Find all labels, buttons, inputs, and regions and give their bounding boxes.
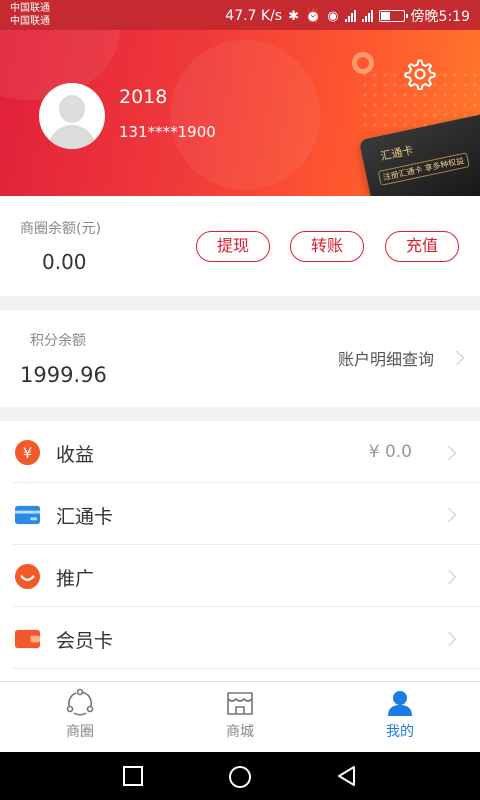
decor-ring (352, 52, 374, 74)
menu-item-label: 收益 (56, 444, 95, 466)
chevron-right-icon (449, 350, 465, 366)
account-details-link[interactable]: 账户明细查询 (337, 346, 465, 370)
balance-section: 商圈余额(元) 0.00 提现 转账 充值 (0, 196, 480, 296)
recharge-button[interactable]: 充值 (385, 231, 459, 262)
back-icon[interactable] (336, 765, 358, 787)
status-indicators: 47.7 K/s ✱ ⏰ ◉ 傍晚5:19 (225, 6, 470, 26)
svg-text:¥: ¥ (23, 446, 32, 462)
card-icon (14, 505, 41, 525)
carrier-1: 中国联通 (10, 3, 50, 14)
menu-list: ¥ 收益 ¥ 0.0 汇通卡 推广 会员卡 (0, 421, 480, 681)
tab-mall[interactable]: 商城 (160, 682, 320, 752)
points-label: 积分余额 (30, 333, 86, 349)
decor-blob (170, 40, 320, 190)
menu-item-earnings[interactable]: ¥ 收益 ¥ 0.0 (0, 421, 480, 483)
menu-item-label: 汇通卡 (56, 506, 114, 528)
carrier-2: 中国联通 (10, 16, 50, 27)
network-speed: 47.7 K/s (225, 8, 283, 24)
avatar-body (48, 125, 96, 149)
chevron-right-icon (441, 569, 457, 585)
system-nav-bar (0, 752, 480, 800)
battery-icon (378, 10, 408, 22)
earnings-value: ¥ 0.0 (368, 442, 412, 462)
wallet-icon (14, 629, 41, 649)
tab-label: 商城 (226, 724, 254, 740)
card-title: 汇通卡 (379, 143, 415, 164)
account-details-label: 账户明细查询 (337, 350, 434, 369)
chevron-right-icon (441, 445, 457, 461)
tab-business-circle[interactable]: 商圈 (0, 682, 160, 752)
balance-label: 商圈余额(元) (20, 221, 101, 237)
points-value: 1999.96 (20, 363, 107, 387)
divider (12, 668, 480, 669)
recent-apps-icon[interactable] (122, 765, 144, 787)
chevron-right-icon (441, 631, 457, 647)
status-bar: 中国联通 中国联通 47.7 K/s ✱ ⏰ ◉ 傍晚5:19 (0, 0, 480, 30)
transfer-button[interactable]: 转账 (290, 231, 364, 262)
menu-item-membership-card[interactable]: 会员卡 (0, 607, 480, 669)
tab-label: 我的 (386, 724, 414, 740)
bottom-tab-bar: 商圈 商城 我的 (0, 681, 480, 752)
tab-label: 商圈 (66, 724, 94, 740)
menu-item-huitong-card[interactable]: 汇通卡 (0, 483, 480, 545)
signal-icon (344, 10, 356, 22)
alarm-icon: ⏰ (305, 8, 322, 24)
carrier-info: 中国联通 中国联通 (10, 2, 50, 28)
bluetooth-icon: ✱ (288, 8, 300, 24)
avatar[interactable] (39, 83, 105, 149)
menu-item-label: 会员卡 (56, 630, 114, 652)
eye-icon: ◉ (327, 8, 339, 24)
balance-value: 0.00 (42, 250, 87, 274)
settings-gear-icon[interactable] (404, 58, 436, 91)
avatar-head (59, 95, 85, 123)
store-icon (227, 692, 253, 715)
points-section: 积分余额 1999.96 账户明细查询 (0, 310, 480, 407)
profile-header: 2018 131****1900 汇通卡 注册汇通卡 享多种权益 (0, 30, 480, 196)
withdraw-button[interactable]: 提现 (196, 231, 270, 262)
circle-network-icon (66, 688, 94, 716)
tab-mine[interactable]: 我的 (320, 682, 480, 752)
signal-icon-2 (361, 10, 373, 22)
menu-item-promotion[interactable]: 推广 (0, 545, 480, 607)
home-icon[interactable] (228, 765, 252, 789)
smile-icon (14, 563, 41, 590)
chevron-right-icon (441, 507, 457, 523)
phone-number: 131****1900 (119, 123, 216, 141)
username: 2018 (119, 86, 168, 108)
person-icon (388, 691, 412, 716)
menu-item-label: 推广 (56, 568, 95, 590)
yen-coin-icon: ¥ (14, 439, 41, 466)
clock-time: 傍晚5:19 (410, 9, 470, 25)
